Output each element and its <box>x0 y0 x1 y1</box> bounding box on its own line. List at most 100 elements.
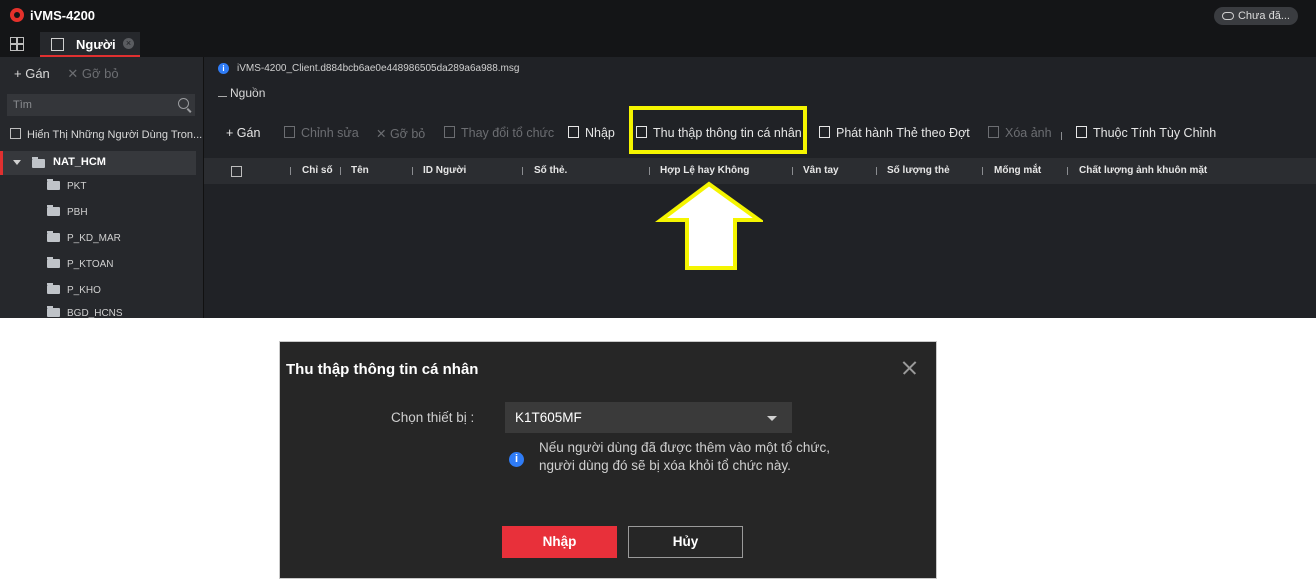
close-icon[interactable] <box>900 359 918 377</box>
tree-child-label: P_KTOAN <box>67 259 114 270</box>
device-select[interactable]: K1T605MF <box>505 402 792 433</box>
col-person-id[interactable]: ID Người <box>423 165 466 176</box>
dialog-import-button[interactable]: Nhập <box>502 526 617 558</box>
cloud-icon <box>1221 12 1234 21</box>
issue-cards-button[interactable]: Phát hành Thẻ theo Đợt <box>819 126 970 140</box>
col-name[interactable]: Tên <box>351 165 369 176</box>
column-separator <box>522 167 523 175</box>
cloud-status-label: Chưa đă... <box>1237 10 1290 22</box>
sidebar-add-button[interactable]: + Gán <box>14 66 50 81</box>
app-title: iVMS-4200 <box>30 8 96 23</box>
highlight-box <box>629 106 807 154</box>
tree-root-label: NAT_HCM <box>53 156 106 168</box>
search-icon[interactable] <box>178 98 189 109</box>
org-sidebar: + Gán ✕ Gỡ bỏ Tìm Hiển Thị Những Người D… <box>0 57 204 318</box>
tree-child-label: PBH <box>67 207 88 218</box>
tree-child-label: BGD_HCNS <box>67 308 123 318</box>
tab-close-icon[interactable]: × <box>123 38 134 49</box>
column-separator <box>649 167 650 175</box>
collect-info-dialog: Thu thập thông tin cá nhân Chọn thiết bị… <box>279 341 937 579</box>
tree-item-child[interactable]: P_KD_MAR <box>47 231 121 244</box>
col-iris[interactable]: Mống mắt <box>994 165 1041 176</box>
import-button[interactable]: Nhập <box>568 126 615 140</box>
module-grid-icon[interactable] <box>10 37 24 51</box>
tree-child-label: PKT <box>67 181 87 192</box>
show-subusers-label: Hiển Thị Những Người Dùng Tron... <box>27 129 203 141</box>
note-line-2: người dùng đó sẽ bị xóa khỏi tổ chức này… <box>539 458 791 473</box>
import-icon <box>568 126 579 138</box>
info-icon: i <box>509 452 524 467</box>
cloud-status-button[interactable]: Chưa đă... <box>1213 7 1298 25</box>
device-label: Chọn thiết bị : <box>391 410 475 425</box>
tree-item-root[interactable]: NAT_HCM <box>0 151 196 175</box>
org-icon <box>444 126 455 138</box>
source-row[interactable]: Nguồn <box>218 86 265 100</box>
chevron-down-icon <box>767 416 777 421</box>
tree-child-label: P_KHO <box>67 285 101 296</box>
column-separator <box>876 167 877 175</box>
col-index[interactable]: Chỉ số <box>302 165 333 176</box>
card-icon <box>819 126 830 138</box>
title-bar: iVMS-4200 Chưa đă... <box>0 0 1316 32</box>
show-subusers-checkbox[interactable]: Hiển Thị Những Người Dùng Tron... <box>10 128 202 141</box>
folder-icon <box>47 283 60 294</box>
col-fingerprint[interactable]: Vân tay <box>803 165 839 176</box>
folder-icon <box>32 157 45 168</box>
app-logo-icon <box>10 8 24 22</box>
change-org-button[interactable]: Thay đổi tổ chức <box>444 126 554 140</box>
folder-icon <box>47 205 60 216</box>
column-separator <box>412 167 413 175</box>
issue-cards-label: Phát hành Thẻ theo Đợt <box>836 126 970 140</box>
column-separator <box>792 167 793 175</box>
tree-child-label: P_KD_MAR <box>67 233 121 244</box>
tab-person[interactable]: Người × <box>40 32 140 57</box>
tree-item-child[interactable]: P_KHO <box>47 283 101 296</box>
device-select-value: K1T605MF <box>515 410 582 425</box>
delete-photo-button[interactable]: Xóa ảnh <box>988 126 1052 140</box>
tree-item-child[interactable]: P_KTOAN <box>47 257 114 270</box>
tree-item-child[interactable]: PBH <box>47 205 88 218</box>
file-name-row: i iVMS-4200_Client.d884bcb6ae0e448986505d… <box>218 63 519 74</box>
col-valid[interactable]: Hợp Lệ hay Không <box>660 165 749 176</box>
sidebar-remove-button[interactable]: ✕ Gỡ bỏ <box>67 66 118 81</box>
expand-caret-icon[interactable] <box>13 160 21 165</box>
edit-label: Chỉnh sửa <box>301 126 359 140</box>
checkbox-icon <box>10 128 21 139</box>
person-card-icon <box>51 38 64 51</box>
delete-photo-label: Xóa ảnh <box>1005 126 1052 140</box>
col-card-no[interactable]: Số thẻ. <box>534 165 567 176</box>
tab-person-label: Người <box>76 37 116 52</box>
import-label: Nhập <box>585 126 615 140</box>
org-search-placeholder: Tìm <box>13 99 32 111</box>
assign-button[interactable]: + Gán <box>226 126 260 140</box>
edit-icon <box>284 126 295 138</box>
column-separator <box>982 167 983 175</box>
edit-button[interactable]: Chỉnh sửa <box>284 126 359 140</box>
source-icon <box>218 88 227 97</box>
source-label: Nguồn <box>230 86 266 100</box>
folder-icon <box>47 257 60 268</box>
change-org-label: Thay đổi tổ chức <box>461 126 555 140</box>
custom-attr-button[interactable]: Thuộc Tính Tùy Chỉnh <box>1076 126 1216 140</box>
col-face-quality[interactable]: Chất lượng ảnh khuôn mặt <box>1079 165 1207 176</box>
select-all-checkbox[interactable] <box>231 166 242 177</box>
folder-icon <box>47 306 60 317</box>
note-line-1: Nếu người dùng đã được thêm vào một tổ c… <box>539 440 830 455</box>
tree-item-child[interactable]: PKT <box>47 179 87 192</box>
column-separator <box>1067 167 1068 175</box>
col-card-count[interactable]: Số lượng thẻ <box>887 165 950 176</box>
toolbar-separator <box>1061 132 1062 140</box>
gear-icon <box>1076 126 1087 138</box>
trash-icon <box>988 126 999 138</box>
remove-button[interactable]: ✕ Gỡ bỏ <box>376 126 425 141</box>
folder-icon <box>47 179 60 190</box>
info-icon: i <box>218 63 229 74</box>
tree-item-child[interactable]: BGD_HCNS <box>47 306 123 318</box>
custom-attr-label: Thuộc Tính Tùy Chỉnh <box>1093 126 1217 140</box>
column-separator <box>290 167 291 175</box>
up-arrow-annotation <box>655 181 763 270</box>
org-search-input[interactable]: Tìm <box>7 94 195 116</box>
tab-bar: Người × <box>0 32 1316 57</box>
dialog-cancel-button[interactable]: Hủy <box>628 526 743 558</box>
file-name: iVMS-4200_Client.d884bcb6ae0e448986505da… <box>237 63 520 74</box>
